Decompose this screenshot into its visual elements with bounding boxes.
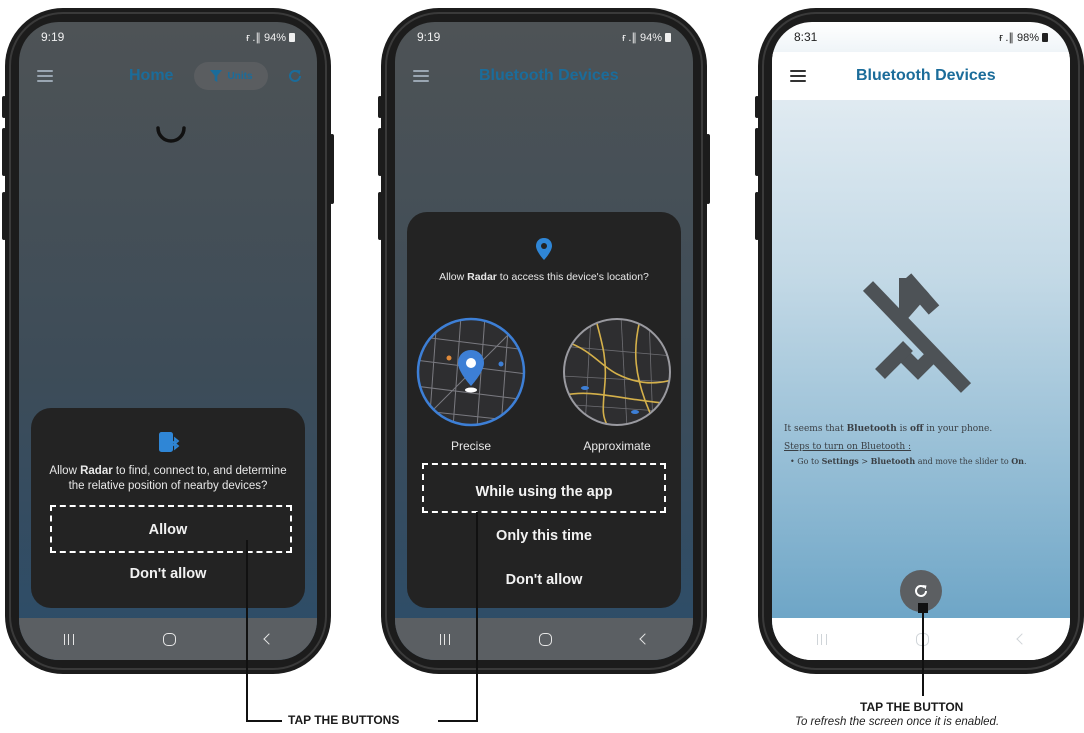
page-title: Bluetooth Devices <box>479 67 619 84</box>
recents-icon[interactable] <box>63 633 74 645</box>
signal-battery-indicators: ғ .∥ 98% <box>999 31 1039 44</box>
precise-label: Precise <box>450 439 491 453</box>
status-time: 8:31 <box>794 30 818 44</box>
callout-line-2 <box>476 512 478 721</box>
app-bar: Bluetooth Devices <box>395 52 693 100</box>
phone-2-screen: 9:19 ғ .∥ 94% Bluetooth Devices Allow Ra… <box>395 22 693 660</box>
battery-icon <box>665 32 671 42</box>
callout-line-1-horizontal <box>246 720 282 722</box>
home-icon[interactable] <box>538 632 552 646</box>
battery-icon <box>289 32 295 42</box>
status-bar: 9:19 ғ .∥ 94% <box>19 22 317 52</box>
status-bar: 9:19 ғ .∥ 94% <box>395 22 693 52</box>
hamburger-menu-icon[interactable] <box>790 70 806 82</box>
loading-spinner-icon <box>156 126 186 143</box>
back-icon[interactable] <box>1015 633 1028 645</box>
callout-line-2-horizontal <box>438 720 478 722</box>
callout-line-1 <box>246 540 248 721</box>
battery-icon <box>1042 32 1048 42</box>
recents-icon[interactable] <box>816 633 827 645</box>
callout-line-3 <box>922 612 924 696</box>
recents-icon[interactable] <box>439 633 450 645</box>
bluetooth-off-message: It seems that Bluetooth is off in your p… <box>784 424 1062 467</box>
phone-frame-3: 8:31 ғ .∥ 98% Bluetooth Devices It seems… <box>755 8 1084 674</box>
precise-location-option[interactable]: Precise <box>415 316 527 466</box>
dialog-message: Allow Radar to access this device's loca… <box>439 271 649 283</box>
steps-title: Steps to turn on Bluetooth : <box>784 442 912 452</box>
phone-3-screen: 8:31 ғ .∥ 98% Bluetooth Devices It seems… <box>772 22 1070 660</box>
back-icon[interactable] <box>638 633 651 645</box>
signal-battery-indicators: ғ .∥ 94% <box>622 31 662 44</box>
dont-allow-button[interactable]: Don't allow <box>407 572 681 588</box>
bluetooth-device-permission-icon <box>159 432 180 452</box>
approximate-location-option[interactable]: Approximate <box>561 316 673 466</box>
home-icon[interactable] <box>162 632 176 646</box>
refresh-icon <box>915 584 927 597</box>
highlight-allow <box>50 505 292 553</box>
units-filter-button[interactable]: Units <box>194 62 268 90</box>
step-instruction: • Go to Settings > Bluetooth and move th… <box>790 456 1027 466</box>
tap-buttons-caption: TAP THE BUTTONS <box>288 713 400 727</box>
back-icon[interactable] <box>262 633 275 645</box>
units-label: Units <box>227 70 253 82</box>
phone-frame-1: 9:19 ғ .∥ 94% Home Units Allow Radar to … <box>2 8 334 674</box>
status-time: 9:19 <box>417 30 441 44</box>
tutorial-stage: 9:19 ғ .∥ 94% Home Units Allow Radar to … <box>0 0 1084 733</box>
system-nav-bar <box>395 618 693 660</box>
page-title: Bluetooth Devices <box>856 67 996 84</box>
app-name: Radar <box>467 271 497 283</box>
tap-button-caption: TAP THE BUTTON <box>860 700 964 714</box>
app-name: Radar <box>80 465 113 477</box>
dialog-message: Allow Radar to find, connect to, and det… <box>49 465 287 492</box>
hamburger-menu-icon[interactable] <box>37 70 53 82</box>
dont-allow-button[interactable]: Don't allow <box>31 566 305 582</box>
bluetooth-disabled-icon <box>862 273 972 393</box>
system-nav-bar <box>19 618 317 660</box>
status-bar: 8:31 ғ .∥ 98% <box>772 22 1070 52</box>
system-nav-bar <box>772 618 1070 660</box>
app-bar: Home Units <box>19 52 317 100</box>
location-permission-dialog: Allow Radar to access this device's loca… <box>407 212 681 608</box>
phone-frame-2: 9:19 ғ .∥ 94% Bluetooth Devices Allow Ra… <box>378 8 710 674</box>
page-title: Home <box>129 67 174 84</box>
status-time: 9:19 <box>41 30 65 44</box>
app-bar: Bluetooth Devices <box>772 52 1070 100</box>
refresh-icon[interactable] <box>287 68 303 84</box>
location-pin-icon <box>536 238 552 260</box>
precise-map-icon <box>416 317 526 427</box>
only-this-time-button[interactable]: Only this time <box>407 528 681 544</box>
approximate-label: Approximate <box>583 439 651 453</box>
refresh-hint-caption: To refresh the screen once it is enabled… <box>795 716 1000 728</box>
phone-1-screen: 9:19 ғ .∥ 94% Home Units Allow Radar to … <box>19 22 317 660</box>
signal-battery-indicators: ғ .∥ 94% <box>246 31 286 44</box>
approximate-map-icon <box>563 318 671 426</box>
filter-funnel-icon <box>209 70 222 82</box>
highlight-while-using <box>422 463 666 513</box>
hamburger-menu-icon[interactable] <box>413 70 429 82</box>
